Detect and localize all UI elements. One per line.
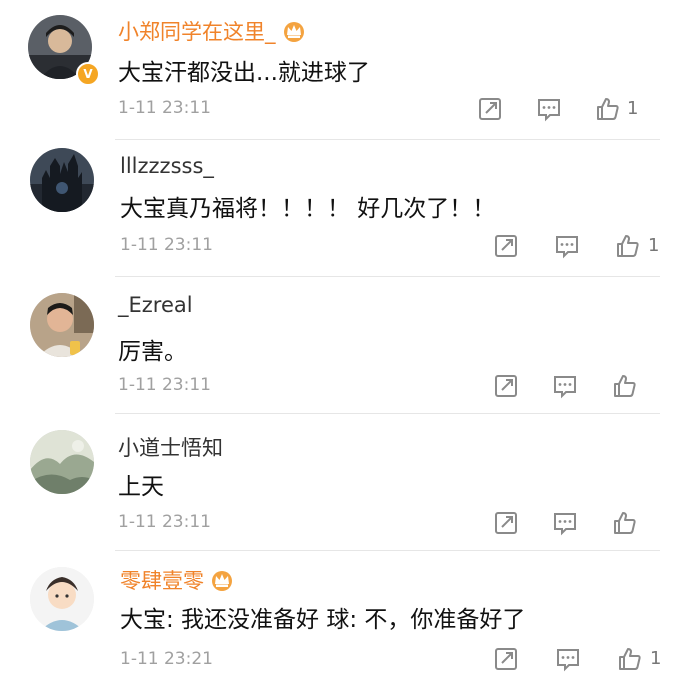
like-count: 1	[648, 235, 660, 256]
verified-badge-icon: V	[76, 62, 100, 86]
avatar[interactable]	[30, 567, 94, 631]
thumbs-up-icon[interactable]	[615, 233, 641, 259]
comment-item: 小道士悟知 上天 1-11 23:11	[0, 414, 682, 551]
username-text: 零肆壹零	[120, 569, 204, 593]
comment-icon[interactable]	[554, 233, 580, 259]
comment-text: 上天	[118, 474, 164, 500]
like-count: 1	[650, 648, 662, 669]
comment-text: 大宝汗都没出...就进球了	[118, 60, 370, 86]
avatar[interactable]	[30, 430, 94, 494]
comment-icon[interactable]	[552, 373, 578, 399]
comment-text: 大宝真乃福将！！！！ 好几次了！！	[120, 196, 496, 222]
timestamp: 1-11 23:11	[118, 512, 211, 532]
comment-icon[interactable]	[552, 510, 578, 536]
share-icon[interactable]	[493, 233, 519, 259]
cartoon-boy-avatar-icon	[30, 567, 94, 631]
username[interactable]: 小郑同学在这里_	[118, 16, 306, 46]
like-count: 1	[627, 98, 639, 119]
comment-icon[interactable]	[536, 96, 562, 122]
timestamp: 1-11 23:21	[120, 649, 213, 669]
landscape-painting-avatar-icon	[30, 430, 94, 494]
username[interactable]: 零肆壹零	[120, 565, 234, 595]
comment-item: lllzzzsss_ 大宝真乃福将！！！！ 好几次了！！ 1-11 23:11 …	[0, 140, 682, 277]
comment-text: 大宝: 我还没准备好 球: 不，你准备好了	[120, 607, 526, 633]
man-photo-avatar-icon	[30, 293, 94, 357]
username[interactable]: _Ezreal	[118, 293, 193, 317]
comment-item: V 小郑同学在这里_ 大宝汗都没出...就进球了 1-11 23:11 1	[0, 0, 682, 140]
username[interactable]: lllzzzsss_	[120, 154, 214, 178]
share-icon[interactable]	[493, 373, 519, 399]
thumbs-up-icon[interactable]	[612, 510, 638, 536]
share-icon[interactable]	[493, 510, 519, 536]
comment-item: _Ezreal 厉害。 1-11 23:11	[0, 277, 682, 414]
comment-text: 厉害。	[118, 339, 187, 365]
dark-castle-avatar-icon	[30, 148, 94, 212]
avatar[interactable]	[30, 293, 94, 357]
timestamp: 1-11 23:11	[118, 98, 211, 118]
thumbs-up-icon[interactable]	[595, 96, 621, 122]
share-icon[interactable]	[493, 646, 519, 672]
share-icon[interactable]	[477, 96, 503, 122]
username-text: 小郑同学在这里_	[118, 20, 276, 44]
thumbs-up-icon[interactable]	[612, 373, 638, 399]
comment-icon[interactable]	[555, 646, 581, 672]
avatar[interactable]	[30, 148, 94, 212]
comment-item: 零肆壹零 大宝: 我还没准备好 球: 不，你准备好了 1-11 23:21 1	[0, 551, 682, 685]
crown-badge-icon	[212, 571, 232, 591]
timestamp: 1-11 23:11	[120, 235, 213, 255]
crown-badge-icon	[283, 22, 304, 42]
username[interactable]: 小道士悟知	[118, 432, 223, 462]
thumbs-up-icon[interactable]	[617, 646, 643, 672]
timestamp: 1-11 23:11	[118, 375, 211, 395]
